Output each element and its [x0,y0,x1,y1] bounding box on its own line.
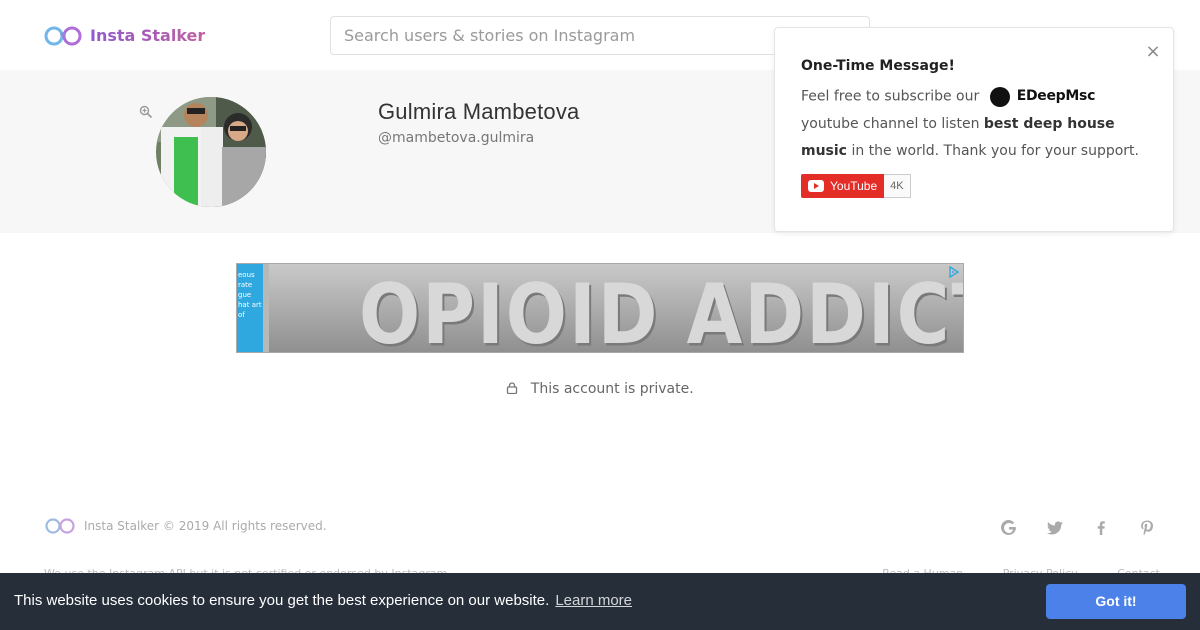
ad-side-text: eous rate gue hat art of [237,264,263,352]
youtube-subscribe-widget[interactable]: YouTube 4K [801,174,911,198]
avatar-photo [156,97,266,207]
adchoices-icon[interactable] [948,266,960,278]
ad-headline: OPIOID ADDICTION [359,266,963,353]
popup-text-end: in the world. Thank you for your support… [851,142,1139,159]
popup-title: One-Time Message! [801,58,955,74]
youtube-label: YouTube [830,179,878,193]
glasses-logo-icon [44,26,82,46]
profile-handle: @mambetova.gulmira [378,130,535,146]
lock-icon [507,382,518,394]
ad-image: OPIOID ADDICTION [269,264,963,353]
google-icon[interactable] [999,518,1019,538]
youtube-button[interactable]: YouTube [801,174,885,198]
site-logo[interactable]: Insta Stalker [44,22,205,48]
footer-copyright: Insta Stalker © 2019 All rights reserved… [84,519,327,533]
popup-text-before: Feel free to subscribe our [801,88,980,105]
popup-body: Feel free to subscribe our EDeepMsc yout… [801,83,1151,165]
profile-name: Gulmira Mambetova [378,99,580,124]
profile-avatar[interactable] [156,97,266,207]
ad-banner[interactable]: eous rate gue hat art of OPIOID ADDICTIO… [236,263,964,353]
channel-logo[interactable]: EDeepMsc [989,83,1096,110]
facebook-icon[interactable] [1091,518,1111,538]
close-icon[interactable]: × [1145,43,1161,61]
learn-more-link[interactable]: Learn more [555,592,632,609]
cookie-message-wrap: This website uses cookies to ensure you … [14,592,632,609]
channel-avatar-icon [989,86,1010,107]
popup-text-after-channel: youtube channel to listen [801,115,980,132]
youtube-play-icon [808,180,824,192]
brand-name: Insta Stalker [90,25,206,45]
private-account-notice: This account is private. [0,381,1200,397]
one-time-message-popup: × One-Time Message! Feel free to subscri… [774,27,1174,232]
pinterest-icon[interactable] [1137,518,1157,538]
cookie-consent-bar: This website uses cookies to ensure you … [0,573,1200,630]
zoom-icon[interactable] [139,105,153,119]
got-it-button[interactable]: Got it! [1046,584,1186,619]
cookie-message: This website uses cookies to ensure you … [14,592,550,609]
subscriber-count: 4K [884,174,911,198]
private-text: This account is private. [530,381,694,397]
twitter-icon[interactable] [1045,518,1065,538]
footer-logo-icon [45,518,75,534]
channel-name: EDeepMsc [1016,88,1096,104]
